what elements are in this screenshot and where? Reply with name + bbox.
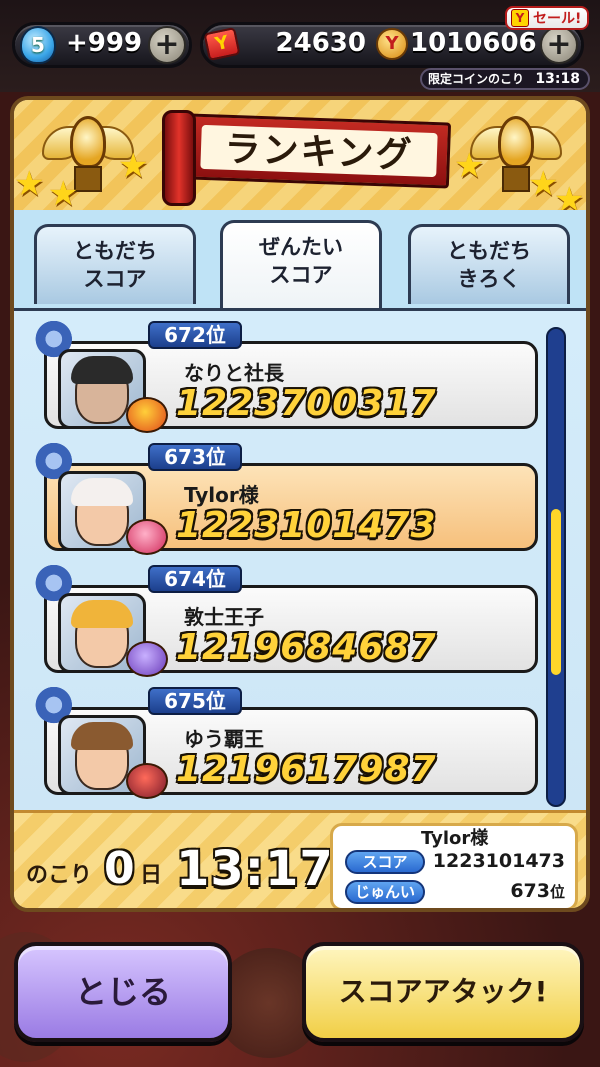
remaining-clock: 13:17 xyxy=(176,841,334,897)
tab-friend-record[interactable]: ともだち きろく xyxy=(408,224,570,304)
rank-badge: 675位 xyxy=(148,687,242,715)
yokai-icon xyxy=(126,397,168,433)
rank-badge: 672位 xyxy=(148,321,242,349)
score-tag: スコア xyxy=(345,850,425,874)
add-stamina-button[interactable]: + xyxy=(148,26,186,64)
player-score: 1223101473 xyxy=(176,505,437,546)
panel-header: ★ ★ ★ ランキング ★ ★ ★ xyxy=(14,100,586,220)
ticket-count: 24630 xyxy=(275,28,366,58)
my-name: Tylor様 xyxy=(421,828,489,849)
limited-coin-timer: 限定コインのこり 13:18 xyxy=(420,68,590,90)
player-name: 敦士王子 xyxy=(184,605,264,629)
coin-icon: Y xyxy=(376,28,408,60)
limited-coin-time: 13:18 xyxy=(535,71,580,87)
rank-badge: 674位 xyxy=(148,565,242,593)
panel-footer: のこり 0 日 13:17 Tylor様 スコア 1223101473 じゅんい… xyxy=(14,810,586,908)
my-rank-value: 673 xyxy=(510,880,550,902)
add-coin-button[interactable]: + xyxy=(540,26,578,64)
remaining-label: のこり xyxy=(26,863,93,888)
star-icon: ★ xyxy=(48,174,79,214)
tab-label: スコア xyxy=(83,267,147,291)
scrollbar-thumb[interactable] xyxy=(551,509,561,675)
stamina-value: +999 xyxy=(66,28,143,58)
tab-friend-score[interactable]: ともだち スコア xyxy=(34,224,196,304)
page-title: ランキング xyxy=(200,124,438,178)
player-name: なりと社長 xyxy=(184,361,284,385)
scrollbar[interactable] xyxy=(546,327,566,807)
status-bar: 5 +999 + Y 24630 Y 1010606 + Y セール! 限定コイ… xyxy=(0,0,600,92)
my-record: Tylor様 スコア 1223101473 じゅんい 673位 xyxy=(330,823,578,908)
day-unit: 日 xyxy=(140,863,163,888)
tab-bar: ともだち スコア ぜんたい スコア ともだち きろく xyxy=(14,210,586,310)
tab-label: ぜんたい xyxy=(259,235,343,259)
yokai-icon xyxy=(126,519,168,555)
close-button[interactable]: とじる xyxy=(14,942,232,1042)
tab-label: ともだち xyxy=(73,239,157,263)
rank-unit: 位 xyxy=(549,883,565,901)
tab-label: スコア xyxy=(269,263,333,287)
rank-badge: 673位 xyxy=(148,443,242,471)
star-icon: ★ xyxy=(118,146,149,186)
player-score: 1223700317 xyxy=(176,383,437,424)
ranking-row-self[interactable]: 673位 Tylor様 1223101473 xyxy=(34,443,538,555)
yokai-icon xyxy=(126,641,168,677)
ranking-row[interactable]: 672位 なりと社長 1223700317 xyxy=(34,321,538,433)
limited-coin-label: 限定コインのこり xyxy=(428,72,525,86)
coin-count: 1010606 xyxy=(410,28,537,58)
sale-label: セール! xyxy=(533,11,582,27)
player-score: 1219617987 xyxy=(176,749,437,790)
sale-badge[interactable]: Y セール! xyxy=(505,6,590,30)
star-icon: ★ xyxy=(454,146,485,186)
player-score: 1219684687 xyxy=(176,627,437,668)
tab-label: ともだち xyxy=(447,239,531,263)
ranking-list[interactable]: 672位 なりと社長 1223700317 673位 Tylor様 122310… xyxy=(14,308,586,810)
star-icon: ★ xyxy=(14,164,45,204)
my-rank: 673位 xyxy=(510,880,565,902)
my-score: 1223101473 xyxy=(432,850,565,872)
yokai-icon xyxy=(126,763,168,799)
player-name: Tylor様 xyxy=(184,483,259,507)
stamina-icon: 5 xyxy=(20,26,56,64)
rank-tag: じゅんい xyxy=(345,880,425,904)
remaining-days: 0 xyxy=(104,843,135,894)
player-name: ゆう覇王 xyxy=(184,727,264,751)
stamina-level: 5 xyxy=(31,33,45,57)
tab-overall-score[interactable]: ぜんたい スコア xyxy=(220,220,382,310)
tab-label: きろく xyxy=(457,267,521,291)
ticket-icon: Y xyxy=(511,9,529,27)
score-attack-button[interactable]: スコアアタック! xyxy=(302,942,584,1042)
ranking-row[interactable]: 674位 敦士王子 1219684687 xyxy=(34,565,538,677)
bottom-bar: とじる スコアアタック! xyxy=(0,912,600,1067)
ranking-row[interactable]: 675位 ゆう覇王 1219617987 xyxy=(34,687,538,799)
ranking-panel: ★ ★ ★ ランキング ★ ★ ★ ともだち スコア ぜんたい スコア ともだち… xyxy=(10,96,590,912)
title-banner: ランキング xyxy=(162,110,452,206)
